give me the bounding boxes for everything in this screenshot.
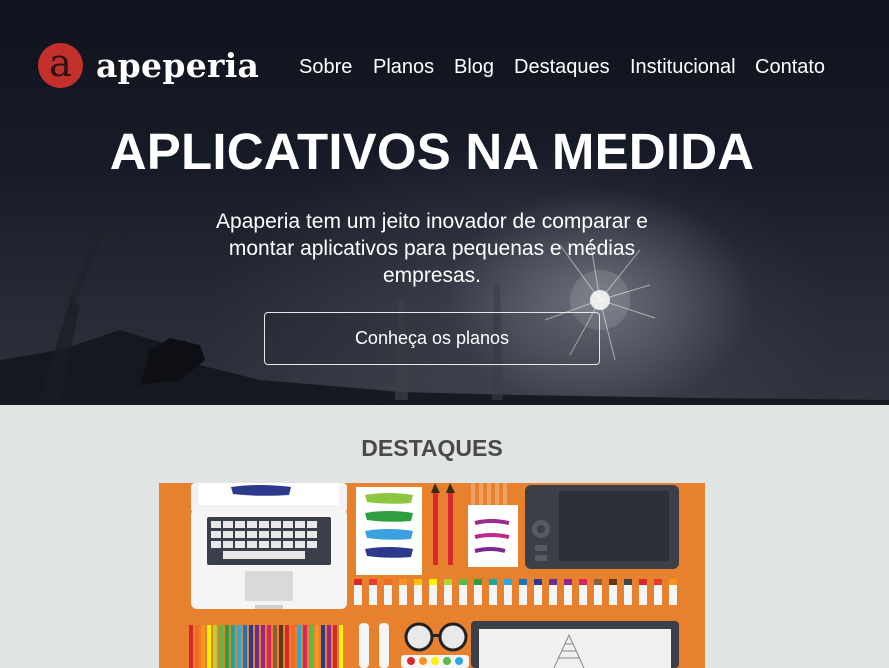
nav-item-institucional[interactable]: Institucional <box>630 56 736 79</box>
nav-item-blog[interactable]: Blog <box>454 56 494 79</box>
nav-item-planos[interactable]: Planos <box>373 56 434 79</box>
plans-cta-button[interactable]: Conheça os planos <box>264 312 600 365</box>
nav-item-sobre[interactable]: Sobre <box>299 56 352 79</box>
hero-subtitle: Apaperia tem um jeito inovador de compar… <box>216 210 648 287</box>
hero-banner: a apeperia Sobre Planos Blog Destaques I… <box>0 0 889 405</box>
hero-title: APLICATIVOS NA MEDIDA <box>109 123 755 180</box>
nav-item-destaques[interactable]: Destaques <box>514 56 610 79</box>
design-workspace-illustration-icon <box>159 483 705 668</box>
nav-item-contato[interactable]: Contato <box>755 56 825 79</box>
highlight-image[interactable] <box>159 483 705 668</box>
highlights-title: DESTAQUES <box>361 435 503 461</box>
main-navigation: Sobre Planos Blog Destaques Instituciona… <box>0 56 889 80</box>
